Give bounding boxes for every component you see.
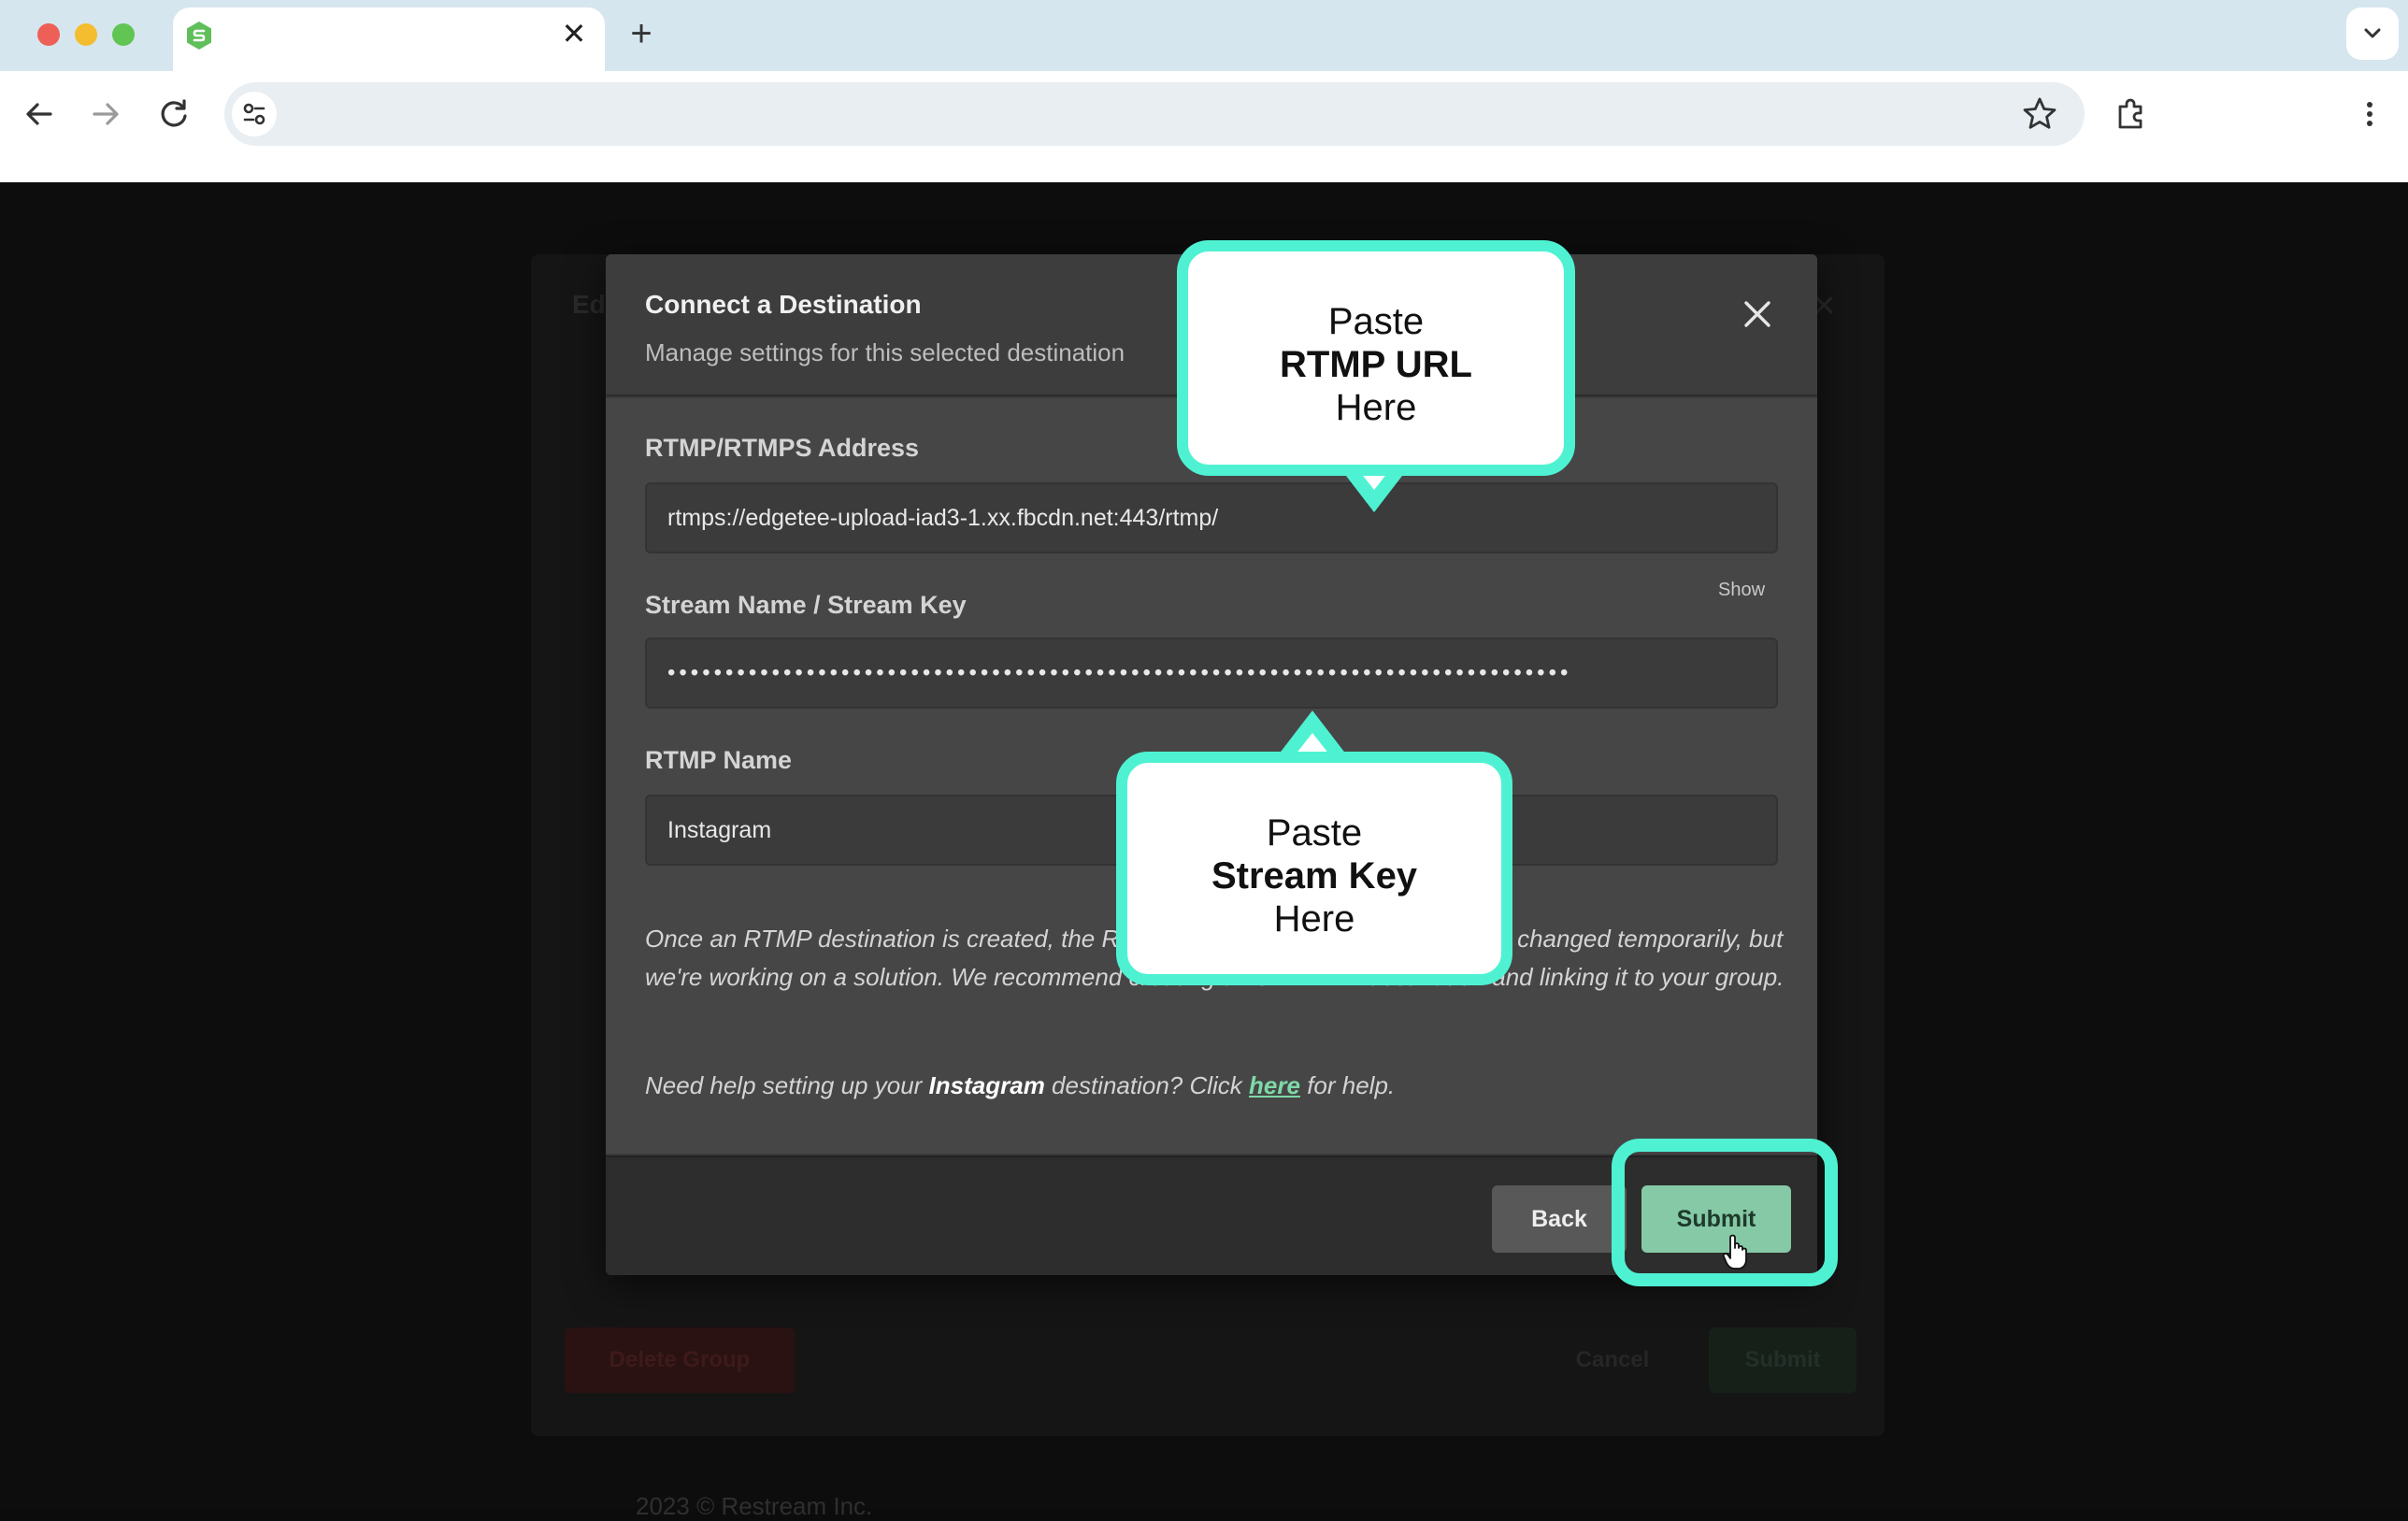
rtmp-address-label: RTMP/RTMPS Address	[645, 434, 920, 462]
url-callout-line2: RTMP URL	[1280, 344, 1472, 385]
help-platform: Instagram	[928, 1071, 1045, 1099]
page-footer-text: 2023 © Restream Inc.	[636, 1492, 873, 1520]
show-stream-key-toggle[interactable]: Show	[1718, 580, 1765, 601]
rtmp-name-label: RTMP Name	[645, 746, 793, 774]
new-tab-icon[interactable]: +	[624, 15, 658, 52]
site-info-button[interactable]	[232, 92, 277, 136]
paste-stream-key-callout: Paste Stream Key Here	[1116, 752, 1512, 985]
close-icon[interactable]	[1739, 295, 1776, 333]
tab-search-button[interactable]	[2346, 7, 2399, 60]
background-submit-button: Submit	[1709, 1327, 1856, 1393]
reload-icon[interactable]	[151, 92, 196, 136]
address-bar[interactable]	[224, 82, 2085, 146]
help-middle: destination? Click	[1044, 1071, 1250, 1099]
hand-pointer-icon	[1722, 1234, 1747, 1270]
delete-group-button: Delete Group	[565, 1327, 795, 1393]
browser-tab[interactable]	[173, 7, 605, 71]
key-callout-line3: Here	[1273, 898, 1355, 940]
background-cancel-button: Cancel	[1542, 1327, 1683, 1393]
tune-icon	[243, 103, 265, 125]
rtmp-address-input[interactable]: rtmps://edgetee-upload-iad3-1.xx.fbcdn.n…	[645, 482, 1778, 553]
tab-close-icon[interactable]: ✕	[561, 17, 587, 50]
help-link[interactable]: here	[1249, 1071, 1300, 1099]
site-favicon-icon	[187, 22, 211, 50]
kebab-menu-icon[interactable]	[2356, 92, 2384, 136]
key-callout-line1: Paste	[1266, 812, 1363, 854]
back-button[interactable]: Back	[1492, 1185, 1627, 1253]
window-close-dot[interactable]	[37, 23, 60, 46]
help-text: Need help setting up your Instagram dest…	[645, 1071, 1785, 1100]
window-minimize-dot[interactable]	[75, 23, 97, 46]
arrow-left-icon[interactable]	[17, 92, 62, 136]
url-callout-line3: Here	[1335, 387, 1417, 428]
help-suffix: for help.	[1299, 1071, 1396, 1099]
arrow-right-icon[interactable]	[83, 92, 128, 136]
chevron-down-icon	[2364, 28, 2381, 38]
star-icon[interactable]	[2017, 92, 2062, 136]
page-top-edge	[0, 157, 2408, 182]
background-modal-title: Ed	[572, 290, 606, 319]
paste-rtmp-url-callout: Paste RTMP URL Here	[1177, 240, 1575, 476]
dialog-subtitle: Manage settings for this selected destin…	[645, 338, 1125, 366]
window-zoom-dot[interactable]	[112, 23, 135, 46]
stream-key-label: Stream Name / Stream Key	[645, 591, 967, 619]
stream-key-input[interactable]: ••••••••••••••••••••••••••••••••••••••••…	[645, 638, 1778, 709]
dialog-title: Connect a Destination	[645, 290, 922, 319]
help-prefix: Need help setting up your	[645, 1071, 929, 1099]
url-callout-line1: Paste	[1327, 301, 1425, 342]
puzzle-icon[interactable]	[2109, 92, 2154, 136]
key-callout-line2: Stream Key	[1211, 855, 1418, 897]
